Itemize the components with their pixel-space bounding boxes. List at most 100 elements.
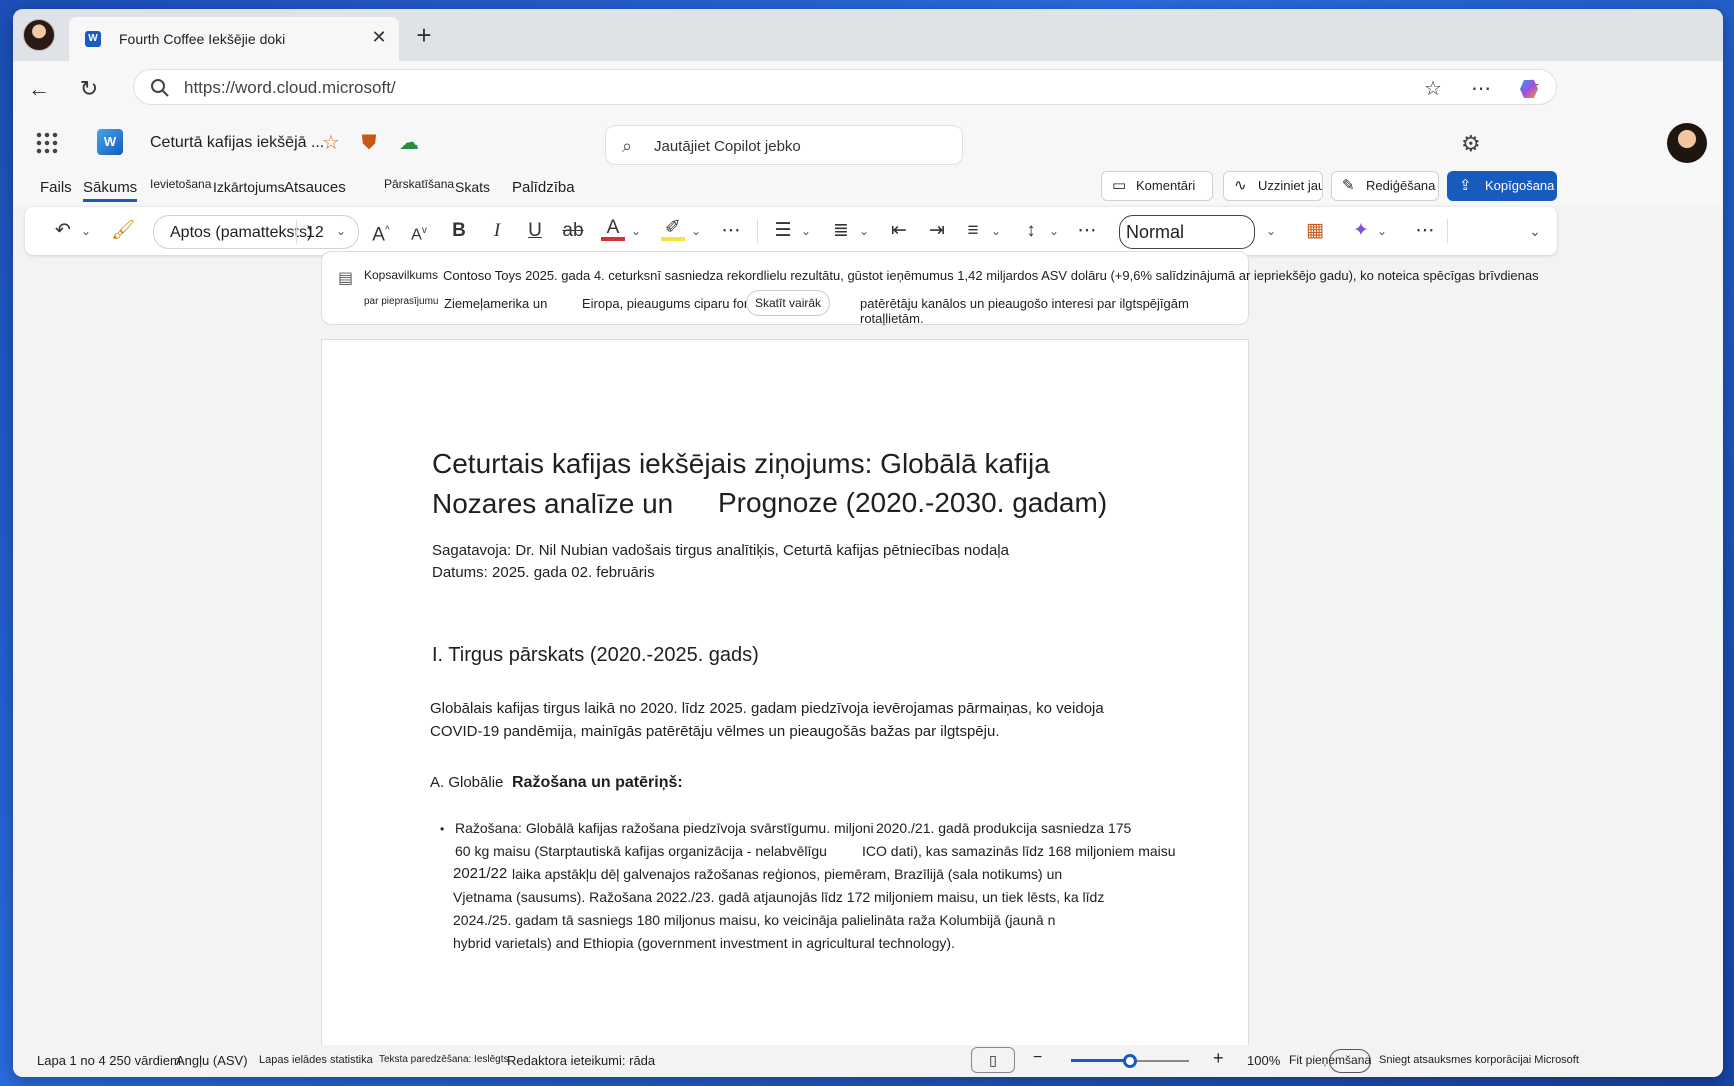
sensitivity-shield-icon[interactable]: ⛊	[357, 131, 381, 155]
editing-mode-button[interactable]: ✎ Rediģēšana	[1331, 171, 1439, 201]
status-bar: Lapa 1 no 4 250 vārdiem Angļu (ASV) Lapa…	[13, 1045, 1723, 1077]
user-avatar[interactable]	[1667, 123, 1707, 163]
back-button[interactable]: ←	[23, 73, 55, 105]
subheading-prefix: A. Globālie	[430, 774, 504, 791]
line-spacing-icon[interactable]: ↕	[1019, 217, 1043, 245]
copilot-search-icon: ⌕	[622, 136, 633, 156]
document-page[interactable]: Ceturtais kafijas iekšējais ziņojums: Gl…	[321, 339, 1249, 1077]
shrink-font-icon[interactable]: Av	[407, 217, 431, 245]
favorites-icon[interactable]: ☆	[1417, 73, 1449, 105]
toolbar-divider	[757, 219, 758, 243]
zoom-level[interactable]: 100%	[1247, 1053, 1280, 1068]
text-prediction-status[interactable]: Teksta paredzēšana: Ieslēgts	[379, 1054, 509, 1065]
more-toolbar-options-icon[interactable]: ⋯	[1413, 217, 1437, 245]
see-more-button[interactable]: Skatīt vairāk	[746, 290, 831, 316]
share-icon: ⇪	[1459, 177, 1472, 194]
tab-references[interactable]: Atsauces	[284, 179, 346, 196]
line-spacing-chevron-icon[interactable]: ⌄	[1047, 217, 1061, 245]
fit-button[interactable]: Fit pieņemšana	[1289, 1053, 1371, 1067]
comments-button[interactable]: ▭ Komentāri	[1101, 171, 1213, 201]
tab-review[interactable]: Pārskatīšana	[384, 177, 454, 191]
styles-gallery-icon[interactable]: ▦	[1303, 217, 1327, 245]
url-text: https://word.cloud.microsoft/	[184, 78, 396, 97]
new-tab-button[interactable]: +	[409, 21, 439, 51]
tab-home[interactable]: Sākums	[83, 179, 138, 202]
tab-file[interactable]: Fails	[40, 179, 72, 196]
bullet-line: 2020./21. gadā produkcija sasniedza 175	[876, 820, 1132, 836]
undo-dropdown-chevron-icon[interactable]: ⌄	[79, 217, 93, 245]
document-title-line2b: Prognoze (2020.-2030. gadam)	[718, 487, 1108, 518]
italic-icon[interactable]: I	[485, 217, 509, 245]
font-name: Aptos (pamatteksts)	[170, 224, 313, 241]
browser-tab[interactable]: W Fourth Coffee Iekšējie doki ✕	[69, 17, 399, 61]
app-launcher-icon[interactable]	[35, 131, 59, 155]
url-field[interactable]: https://word.cloud.microsoft/ ☆	[133, 69, 1557, 105]
bullet-marker: •	[440, 822, 445, 836]
font-color-icon[interactable]: A	[601, 217, 625, 241]
font-selector[interactable]: Aptos (pamatteksts) 12 ⌄	[153, 215, 359, 249]
saved-cloud-icon[interactable]: ☁	[397, 131, 421, 155]
browser-profile-avatar[interactable]	[23, 19, 55, 51]
zoom-out-icon[interactable]: −	[1033, 1049, 1042, 1067]
bullets-chevron-icon[interactable]: ⌄	[799, 217, 813, 245]
highlight-icon[interactable]: ✐	[661, 217, 685, 241]
share-button[interactable]: ⇪ Kopīgošana	[1447, 171, 1557, 201]
copilot-chevron-icon[interactable]: ⌄	[1375, 217, 1389, 245]
tab-layout[interactable]: Izkārtojums	[213, 179, 285, 195]
summary-text-line2b: Eiropa, pieaugums ciparu formā	[582, 296, 767, 311]
subheading-text: Ražošana un patēriņš:	[512, 774, 683, 791]
highlight-chevron-icon[interactable]: ⌄	[689, 217, 703, 245]
tab-bar: W Fourth Coffee Iekšējie doki ✕ +	[13, 9, 1723, 61]
document-title[interactable]: Ceturtā kafijas iekšējā ...	[150, 134, 324, 152]
copilot-search-box[interactable]: ⌕ Jautājiet Copilot jebko	[605, 125, 963, 165]
numbering-icon[interactable]: ≣	[829, 217, 853, 245]
zoom-in-icon[interactable]: +	[1213, 1048, 1224, 1069]
pulse-icon: ∿	[1234, 177, 1247, 194]
bullet-line: 2021/22	[453, 865, 508, 882]
feedback-link[interactable]: Sniegt atsauksmes korporācijai Microsoft	[1379, 1054, 1579, 1066]
font-color-chevron-icon[interactable]: ⌄	[629, 217, 643, 245]
editor-suggestions-status[interactable]: Redaktora ieteikumi: rāda	[507, 1053, 655, 1068]
align-chevron-icon[interactable]: ⌄	[989, 217, 1003, 245]
underline-icon[interactable]: U	[523, 217, 547, 245]
summary-sublabel: par pieprasījumu	[364, 296, 439, 307]
bold-icon[interactable]: B	[447, 217, 471, 245]
copilot-toolbar-icon[interactable]: ✦	[1349, 217, 1373, 245]
close-tab-icon[interactable]: ✕	[369, 27, 389, 47]
grow-font-icon[interactable]: A^	[369, 217, 393, 245]
tab-view[interactable]: Skats	[455, 179, 490, 195]
format-painter-icon[interactable]: 🖌	[111, 217, 135, 245]
favorite-star-icon[interactable]: ☆	[319, 131, 343, 155]
toolbar-divider-2	[1447, 219, 1448, 243]
tab-insert[interactable]: Ievietošana	[150, 177, 211, 191]
numbering-chevron-icon[interactable]: ⌄	[857, 217, 871, 245]
tab-help[interactable]: Palīdzība	[512, 179, 575, 196]
font-size[interactable]: 12	[306, 224, 324, 242]
font-size-chevron-icon[interactable]: ⌄	[336, 224, 346, 238]
decrease-indent-icon[interactable]: ⇤	[887, 217, 911, 245]
more-options-icon[interactable]: ⋯	[1465, 73, 1497, 105]
language-status[interactable]: Angļu (ASV)	[176, 1053, 248, 1068]
collapse-ribbon-icon[interactable]: ⌄	[1527, 217, 1543, 245]
bullet-line: Vjetnama (sausums). Ražošana 2022./23. g…	[453, 889, 1105, 905]
catch-up-button[interactable]: ∿ Uzziniet jaunumus	[1223, 171, 1323, 201]
settings-gear-icon[interactable]: ⚙	[1461, 131, 1481, 157]
style-selector[interactable]: Normal	[1119, 215, 1255, 249]
summary-text-line2c: patērētāju kanālos un pieaugošo interesi…	[860, 296, 1189, 326]
align-icon[interactable]: ≡	[961, 217, 985, 245]
zoom-slider-thumb[interactable]	[1123, 1054, 1137, 1068]
undo-icon[interactable]: ↶	[51, 217, 75, 245]
more-paragraph-options-icon[interactable]: ⋯	[1075, 217, 1099, 245]
load-stats[interactable]: Lapas ielādes statistika	[259, 1054, 373, 1066]
copilot-icon[interactable]	[1515, 73, 1547, 105]
strikethrough-icon[interactable]: ab	[561, 217, 585, 245]
page-view-button[interactable]: ▯	[971, 1047, 1015, 1073]
page-word-count[interactable]: Lapa 1 no 4 250 vārdiem	[37, 1053, 181, 1068]
refresh-button[interactable]: ↻	[73, 73, 105, 105]
word-logo-icon[interactable]: W	[97, 129, 123, 155]
more-font-options-icon[interactable]: ⋯	[719, 217, 743, 245]
increase-indent-icon[interactable]: ⇥	[925, 217, 949, 245]
bullets-icon[interactable]: ☰	[771, 217, 795, 245]
style-chevron-icon[interactable]: ⌄	[1263, 217, 1279, 245]
share-label: Kopīgošana	[1485, 178, 1555, 193]
